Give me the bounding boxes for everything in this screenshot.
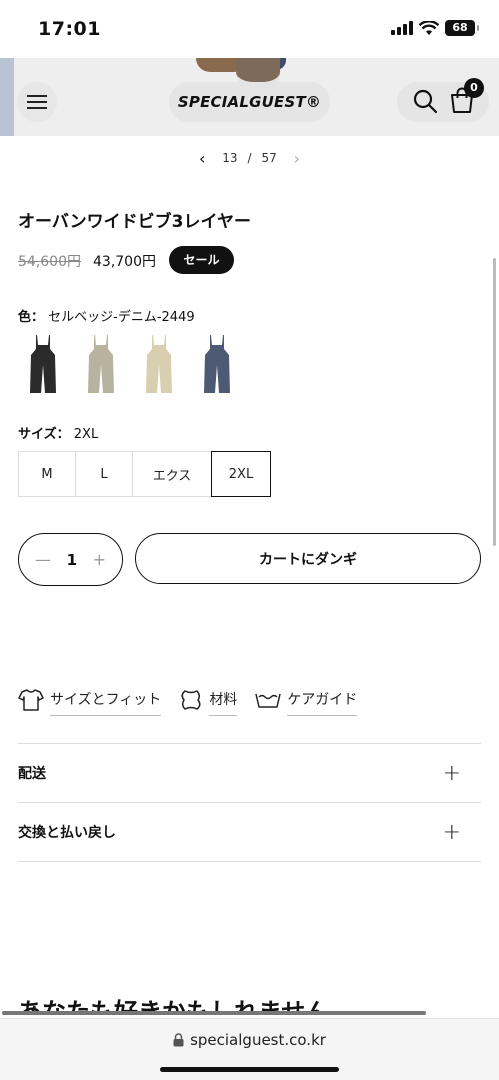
accordion-returns[interactable]: 交換と払い戻し +: [18, 802, 481, 861]
accordion-shipping-label: 配送: [18, 766, 46, 782]
minus-icon[interactable]: —: [35, 550, 51, 569]
accordion-shipping[interactable]: 配送 +: [18, 743, 481, 802]
image-pager: ‹ 13 / 57 ›: [0, 148, 499, 168]
search-icon[interactable]: [412, 88, 438, 114]
signal-icon: [391, 21, 413, 35]
size-option-m[interactable]: M: [18, 451, 76, 497]
quantity-value[interactable]: 1: [67, 551, 77, 569]
menu-button[interactable]: [17, 82, 57, 122]
status-bar: 17:01 68: [0, 0, 499, 58]
material-label: 材料: [209, 689, 238, 716]
original-price: 54,600円: [18, 254, 81, 270]
url-text: specialguest.co.kr: [190, 1031, 326, 1049]
size-fit-label: サイズとフィット: [50, 689, 162, 716]
size-fit-link[interactable]: サイズとフィット: [18, 683, 162, 716]
status-icons: 68: [391, 20, 479, 36]
hamburger-icon: [27, 95, 47, 97]
color-label-value: セルベッジ-デニム-2449: [48, 310, 195, 325]
size-option-xs[interactable]: エクス: [132, 451, 212, 497]
care-guide-link[interactable]: ケアガイド: [255, 683, 358, 716]
battery-icon: 68: [445, 20, 479, 36]
color-swatches: [18, 332, 242, 398]
size-label-key: サイズ：: [18, 427, 70, 442]
pager-total: 57: [261, 151, 277, 165]
url-display[interactable]: specialguest.co.kr: [0, 1031, 499, 1049]
plus-icon[interactable]: +: [93, 550, 106, 569]
swatch-denim[interactable]: [192, 332, 242, 398]
swatch-beige[interactable]: [134, 332, 184, 398]
size-label: サイズ： 2XL: [18, 423, 98, 442]
accordion-returns-label: 交換と払い戻し: [18, 825, 116, 841]
info-links: サイズとフィット 材料 ケアガイド: [18, 683, 358, 716]
cart-count-badge: 0: [464, 78, 484, 98]
chevron-right-icon[interactable]: ›: [287, 149, 307, 168]
sale-price: 43,700円: [93, 254, 156, 270]
material-link[interactable]: 材料: [179, 683, 238, 716]
pager-separator: /: [247, 151, 252, 165]
swatch-black[interactable]: [18, 332, 68, 398]
status-time: 17:01: [38, 18, 101, 40]
wash-icon: [255, 693, 282, 708]
color-label-key: 色：: [18, 310, 45, 325]
add-to-cart-button[interactable]: カートにダンギ: [135, 533, 481, 584]
divider: [18, 861, 481, 862]
home-indicator[interactable]: [160, 1067, 339, 1072]
lock-icon: [173, 1033, 184, 1047]
swatch-khaki[interactable]: [76, 332, 126, 398]
sale-badge: セール: [169, 246, 234, 274]
size-selector: M L エクス 2XL: [18, 451, 271, 497]
brand-logo[interactable]: SPECIALGUEST®: [169, 82, 330, 122]
care-guide-label: ケアガイド: [287, 689, 358, 716]
plus-icon: +: [442, 760, 461, 786]
chevron-left-icon[interactable]: ‹: [192, 149, 212, 168]
size-option-2xl[interactable]: 2XL: [211, 451, 271, 497]
quantity-stepper: — 1 +: [18, 533, 123, 586]
plus-icon: +: [442, 819, 461, 845]
pager-current: 13: [222, 151, 238, 165]
browser-address-bar[interactable]: specialguest.co.kr: [0, 1018, 499, 1080]
size-label-value: 2XL: [73, 427, 99, 442]
color-label: 色： セルベッジ-デニム-2449: [18, 306, 195, 325]
tshirt-icon: [18, 688, 44, 711]
wifi-icon: [419, 20, 439, 35]
size-option-l[interactable]: L: [75, 451, 133, 497]
horizontal-scrollbar[interactable]: [2, 1011, 426, 1015]
fabric-icon: [181, 689, 201, 710]
product-title: オーバンワイドビブ3レイヤー: [18, 212, 251, 232]
vertical-scrollbar[interactable]: [493, 258, 496, 546]
previous-image-edge: [0, 58, 14, 136]
